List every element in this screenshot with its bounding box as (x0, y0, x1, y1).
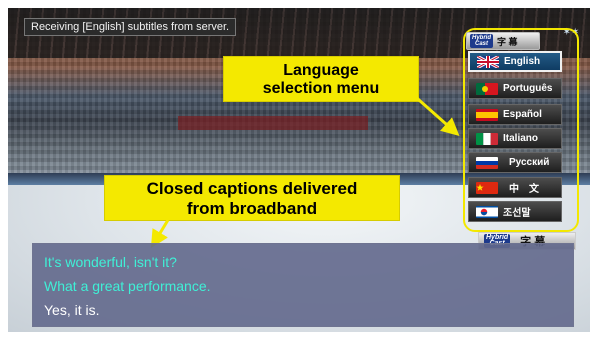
closed-caption-box: It's wonderful, isn't it? What a great p… (32, 243, 574, 327)
caption-line: It's wonderful, isn't it? (44, 254, 177, 270)
caption-line: What a great performance. (44, 278, 211, 294)
caption-line: Yes, it is. (44, 302, 100, 318)
language-callout-arrow (409, 90, 460, 136)
captions-callout-arrow (150, 219, 170, 249)
